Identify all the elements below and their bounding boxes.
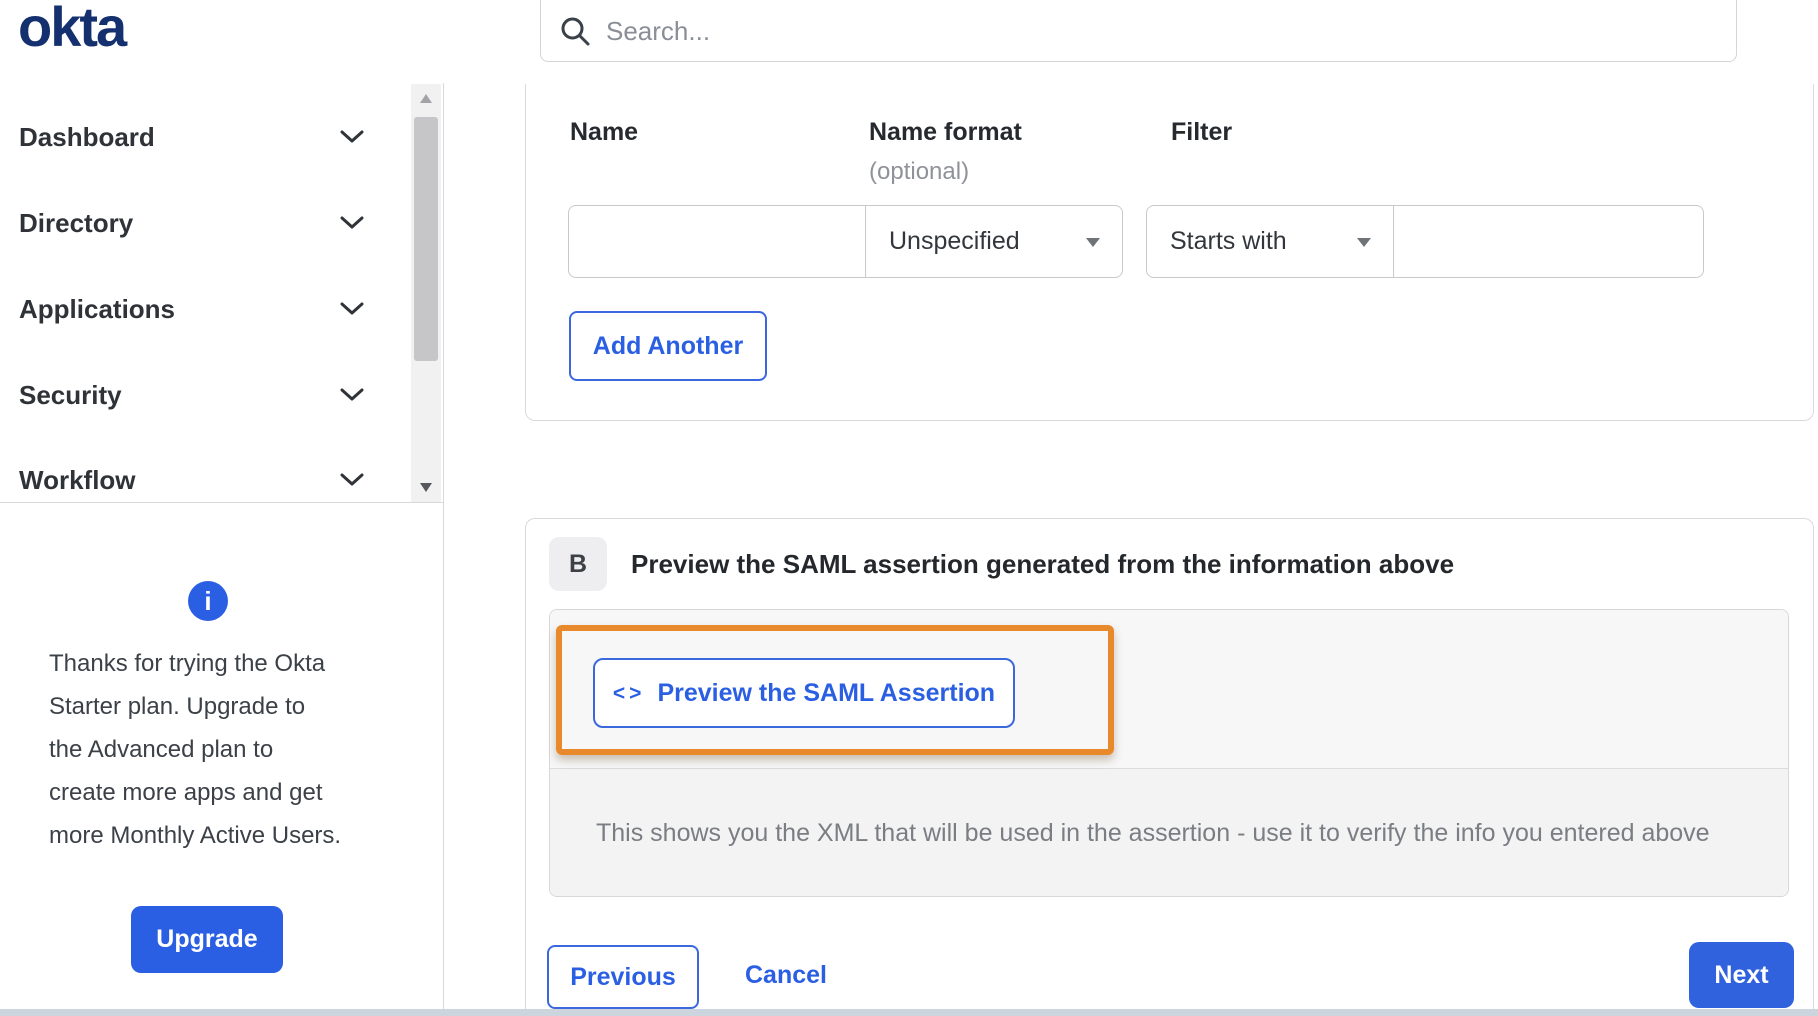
add-another-button[interactable]: Add Another: [569, 311, 767, 381]
chevron-down-icon: [340, 130, 364, 144]
bottom-edge-strip: [0, 1009, 1818, 1016]
previous-button[interactable]: Previous: [547, 945, 699, 1009]
trial-message-line: the Advanced plan to: [49, 736, 274, 763]
optional-sublabel: (optional): [869, 158, 970, 185]
chevron-down-icon: [340, 388, 364, 402]
cancel-link[interactable]: Cancel: [745, 961, 827, 990]
trial-message-line: Starter plan. Upgrade to: [49, 693, 306, 720]
sidebar-item-label: Applications: [19, 293, 176, 324]
sidebar-item-label: Workflow: [19, 464, 136, 495]
code-icon: <>: [612, 682, 646, 705]
trial-message-line: create more apps and get: [49, 779, 323, 806]
preview-section-title: Preview the SAML assertion generated fro…: [631, 549, 1455, 579]
sidebar-item-label: Security: [19, 379, 122, 410]
scrollbar-thumb[interactable]: [414, 117, 438, 361]
chevron-down-icon: [340, 473, 364, 487]
preview-panel-note-area: This shows you the XML that will be used…: [550, 768, 1788, 896]
chevron-down-icon: [340, 302, 364, 316]
trial-message: Thanks for trying the Okta Starter plan.…: [49, 642, 399, 857]
nav-bottom-divider: [0, 502, 443, 503]
sidebar-item-applications[interactable]: Applications: [19, 292, 364, 326]
sidebar-item-label: Dashboard: [19, 121, 155, 152]
step-b-badge: B: [549, 537, 607, 591]
attribute-name-input[interactable]: [568, 205, 866, 278]
search-placeholder: Search...: [606, 15, 711, 46]
preview-note: This shows you the XML that will be used…: [596, 819, 1710, 847]
chevron-down-icon: [340, 216, 364, 230]
next-button[interactable]: Next: [1689, 942, 1794, 1008]
name-format-selected-value: Unspecified: [889, 227, 1020, 255]
filter-operator-selected-value: Starts with: [1170, 227, 1287, 255]
saml-preview-card: B Preview the SAML assertion generated f…: [525, 518, 1814, 1016]
filter-value-input[interactable]: [1393, 205, 1704, 278]
sidebar-scrollbar[interactable]: [411, 84, 441, 502]
sidebar-item-dashboard[interactable]: Dashboard: [19, 120, 364, 154]
preview-button-label: Preview the SAML Assertion: [657, 678, 996, 707]
preview-saml-assertion-button[interactable]: <> Preview the SAML Assertion: [593, 658, 1015, 728]
scroll-down-arrow-icon[interactable]: [420, 483, 432, 492]
sidebar-item-label: Directory: [19, 207, 134, 238]
search-icon: [559, 15, 592, 48]
info-icon: i: [188, 581, 228, 621]
filter-operator-select[interactable]: Starts with: [1146, 205, 1394, 278]
trial-message-line: Thanks for trying the Okta: [49, 650, 326, 677]
header-bar: okta Search...: [0, 0, 1818, 84]
name-format-column-label: Name format: [869, 118, 1022, 146]
sidebar-nav: Dashboard Directory Applications Securit…: [0, 84, 411, 502]
trial-message-line: more Monthly Active Users.: [49, 822, 342, 849]
sidebar-item-directory[interactable]: Directory: [19, 206, 364, 240]
sidebar-item-workflow[interactable]: Workflow: [19, 463, 364, 497]
sidebar-divider: [443, 83, 444, 1016]
upgrade-button[interactable]: Upgrade: [131, 906, 283, 973]
name-column-label: Name: [570, 118, 639, 146]
dropdown-caret-icon: [1357, 238, 1371, 247]
okta-logo: okta: [18, 0, 127, 58]
name-format-select[interactable]: Unspecified: [865, 205, 1123, 278]
dropdown-caret-icon: [1086, 238, 1100, 247]
scroll-up-arrow-icon[interactable]: [420, 94, 432, 103]
global-search-input[interactable]: Search...: [540, 0, 1737, 62]
sidebar-item-security[interactable]: Security: [19, 378, 364, 412]
filter-column-label: Filter: [1171, 118, 1233, 146]
okta-admin-page: okta Search... Dashboard Directory Appli…: [0, 0, 1818, 1016]
